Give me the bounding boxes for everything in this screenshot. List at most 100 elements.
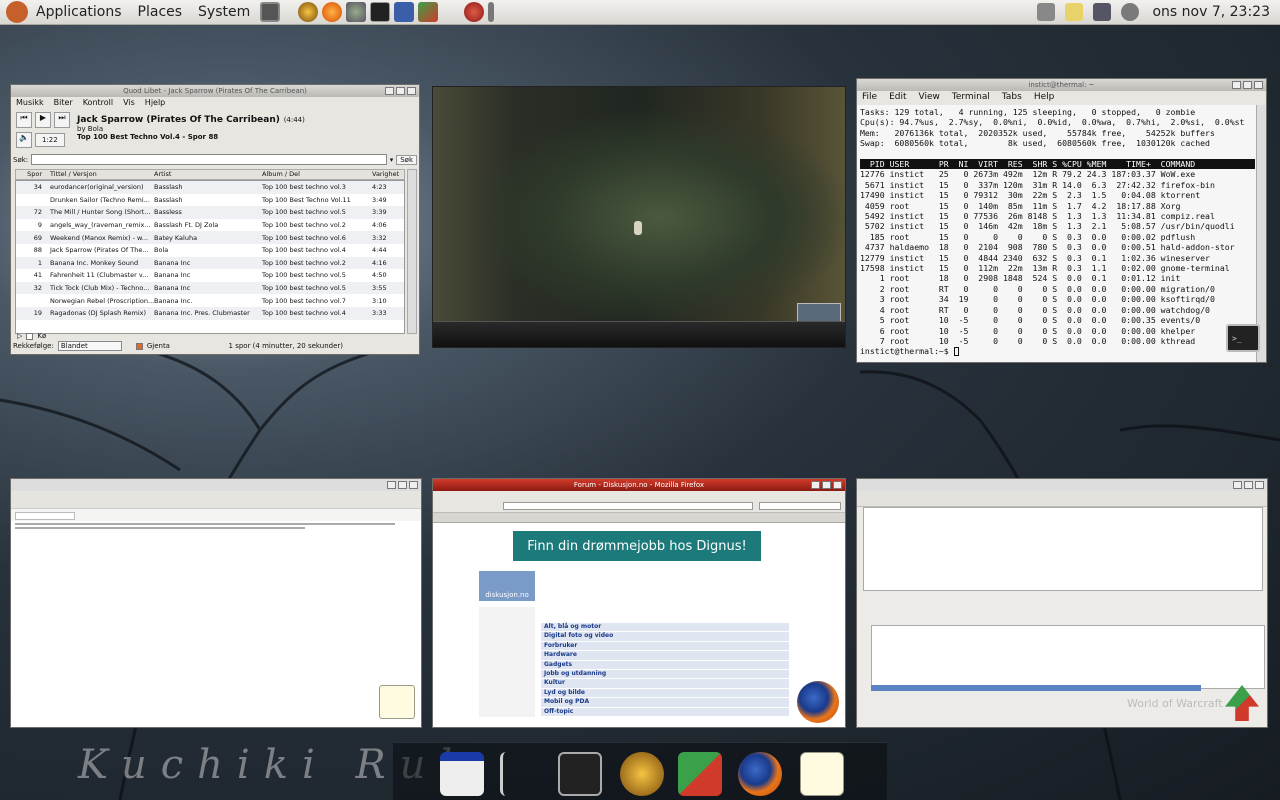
wow-game-view[interactable] <box>433 87 845 347</box>
notes-icon[interactable] <box>1065 3 1084 21</box>
menu-musikk[interactable]: Musikk <box>16 98 44 107</box>
dock-terminal-icon[interactable] <box>558 752 602 796</box>
ktorrent-titlebar[interactable] <box>857 479 1267 491</box>
site-logo[interactable]: diskusjon.no <box>479 571 535 601</box>
places-menu[interactable]: Places <box>130 4 191 20</box>
terminal-output[interactable]: Tasks: 129 total, 4 running, 125 sleepin… <box>857 105 1258 362</box>
menu-vis[interactable]: Vis <box>123 98 135 107</box>
table-row[interactable]: Norwegian Rebel (Proscription... Banana I… <box>16 294 404 307</box>
terminal-titlebar[interactable]: instict@thermal: ~ <box>857 79 1266 91</box>
table-row[interactable]: 1 Banana Inc. Monkey Sound Banana Inc Top 1… <box>16 256 404 270</box>
col-album[interactable]: Album / Del <box>262 170 372 179</box>
dock-gedit-icon[interactable] <box>800 752 844 796</box>
firefox-navbar[interactable] <box>433 491 845 513</box>
guitar-launcher-icon[interactable] <box>488 2 495 22</box>
quodlibet-titlebar[interactable]: Quod Libet - Jack Sparrow (Pirates Of Th… <box>11 85 419 97</box>
maximize-button[interactable] <box>1244 481 1253 489</box>
search-bar[interactable] <box>759 502 841 510</box>
ubuntu-logo-icon[interactable] <box>6 1 28 23</box>
menu-help[interactable]: Help <box>1034 92 1055 102</box>
menu-terminal[interactable]: Terminal <box>952 92 990 102</box>
queue-expander-icon[interactable]: ▷ <box>17 332 22 340</box>
volume-icon[interactable] <box>1037 3 1056 21</box>
firefox-window[interactable]: Forum - Diskusjon.no - Mozilla Firefox F… <box>432 478 846 728</box>
table-row[interactable]: 41 Fahrenheit 11 (Clubmaster v... Banana I… <box>16 269 404 282</box>
table-row[interactable]: 88 Jack Sparrow (Pirates Of The... Bola Top… <box>16 244 404 257</box>
forum-link[interactable]: Gadgets <box>541 660 789 669</box>
table-row[interactable]: 19 Ragadonas (DJ Splash Remix) Banana Inc.… <box>16 306 404 320</box>
minimize-button[interactable] <box>1233 481 1242 489</box>
track-list[interactable]: 34 eurodancer(original_version) Basslash To… <box>15 180 405 334</box>
terminal-window[interactable]: instict@thermal: ~ File Edit View Termin… <box>856 78 1267 363</box>
system-menu[interactable]: System <box>190 4 258 20</box>
table-row[interactable]: 32 Tick Tock (Club Mix) - Techno... Banana… <box>16 281 404 295</box>
applications-menu[interactable]: Applications <box>28 4 130 20</box>
col-track[interactable]: Spor <box>16 170 46 179</box>
panel-clock[interactable]: ons nov 7, 23:23 <box>1152 4 1270 20</box>
firefox-titlebar[interactable]: Forum - Diskusjon.no - Mozilla Firefox <box>433 479 845 491</box>
seek-position[interactable]: 1:22 <box>35 133 65 147</box>
close-button[interactable] <box>409 481 418 489</box>
maximize-button[interactable] <box>396 87 405 95</box>
menu-kontroll[interactable]: Kontroll <box>83 98 113 107</box>
minimize-button[interactable] <box>811 481 820 489</box>
forum-link[interactable]: Off-topic <box>541 707 789 716</box>
apple-launcher-icon[interactable] <box>464 2 485 22</box>
url-bar[interactable] <box>503 502 753 510</box>
menu-edit[interactable]: Edit <box>889 92 906 102</box>
forum-link[interactable]: Kultur <box>541 679 789 688</box>
repeat-checkbox[interactable] <box>135 342 143 350</box>
terminal-launcher-icon[interactable] <box>370 2 391 22</box>
forum-link[interactable]: Forbruker <box>541 641 789 651</box>
forum-link[interactable]: Lyd og bilde <box>541 688 789 698</box>
user-icon[interactable] <box>1121 3 1140 21</box>
minimize-button[interactable] <box>387 481 396 489</box>
volume-button[interactable]: 🔈 <box>16 132 32 148</box>
show-desktop-icon[interactable] <box>260 2 281 22</box>
previous-button[interactable]: ⏮ <box>16 112 32 128</box>
firefox-launcher-icon[interactable] <box>322 2 343 22</box>
search-input[interactable] <box>31 154 387 165</box>
ktorrent-window[interactable]: World of Warcraft <box>856 478 1268 728</box>
quodlibet-window[interactable]: Quod Libet - Jack Sparrow (Pirates Of Th… <box>10 84 420 355</box>
shell-prompt[interactable]: instict@thermal:~$ <box>860 346 1255 357</box>
search-dropdown-icon[interactable]: ▾ <box>390 156 394 164</box>
table-row[interactable]: 69 Weekend (Manox Remix) - w... Batey Kalu… <box>16 231 404 244</box>
next-button[interactable]: ⏭ <box>54 112 70 128</box>
gedit-tab[interactable] <box>15 512 75 520</box>
dock-wow-icon[interactable] <box>620 752 664 796</box>
forum-link[interactable]: Jobb og utdanning <box>541 669 789 679</box>
forum-link[interactable]: Digital foto og video <box>541 632 789 641</box>
job-banner[interactable]: Finn din drømmejobb hos Dignus! <box>513 531 761 561</box>
gedit-window[interactable] <box>10 478 422 728</box>
maximize-button[interactable] <box>398 481 407 489</box>
close-button[interactable] <box>1255 481 1264 489</box>
search-button[interactable]: Søk <box>396 154 417 165</box>
play-button[interactable]: ▶ <box>35 112 51 128</box>
gimp-launcher-icon[interactable] <box>346 2 367 22</box>
menu-file[interactable]: File <box>862 92 877 102</box>
gedit-toolbar[interactable] <box>11 491 421 509</box>
forum-link[interactable]: Alt, blå og motor <box>541 623 789 632</box>
dock-firefox-icon[interactable] <box>738 752 782 796</box>
menu-hjelp[interactable]: Hjelp <box>145 98 165 107</box>
queue-checkbox[interactable] <box>26 332 34 340</box>
minimize-button[interactable] <box>1232 81 1241 89</box>
torrent-list[interactable] <box>863 507 1263 591</box>
close-button[interactable] <box>833 481 842 489</box>
menu-biter[interactable]: Biter <box>54 98 73 107</box>
dock-desktop-icon[interactable] <box>440 752 484 796</box>
close-button[interactable] <box>407 87 416 95</box>
track-list-scrollbar[interactable] <box>407 169 417 334</box>
col-title[interactable]: Tittel / Versjon <box>46 170 154 179</box>
wow-game-window[interactable] <box>432 86 846 348</box>
torrent-details-panel[interactable] <box>871 625 1265 689</box>
table-row[interactable]: 72 The Mill / Hunter Song (Short... Bassle… <box>16 206 404 219</box>
wow-launcher-icon[interactable] <box>298 2 319 22</box>
table-row[interactable]: Drunken Sailor (Techno Remi... Basslash To… <box>16 194 404 207</box>
minimize-button[interactable] <box>385 87 394 95</box>
firefox-tabs[interactable] <box>433 513 845 523</box>
col-length[interactable]: Varighet <box>372 170 404 179</box>
dock-ktorrent-icon[interactable] <box>678 752 722 796</box>
close-button[interactable] <box>1254 81 1263 89</box>
